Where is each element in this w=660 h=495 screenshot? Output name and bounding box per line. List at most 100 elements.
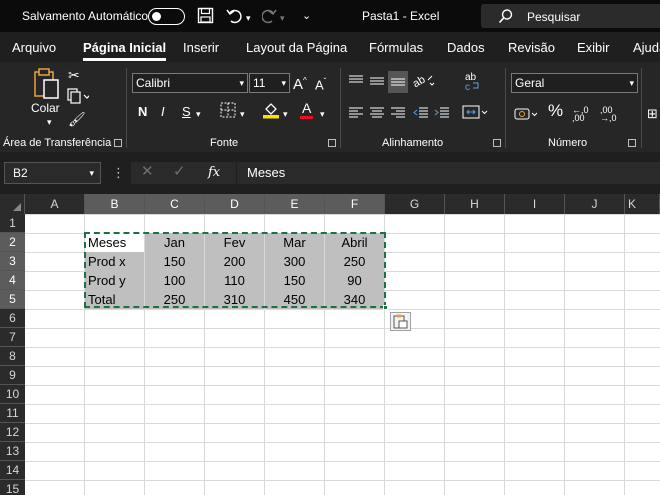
- column-header-h[interactable]: H: [445, 194, 505, 214]
- tab-layout-da-pagina[interactable]: Layout da Página: [246, 40, 347, 55]
- cell-b5[interactable]: Total: [85, 290, 144, 309]
- underline-dropdown-icon[interactable]: ▾: [196, 106, 201, 122]
- tab-dados[interactable]: Dados: [447, 40, 485, 55]
- decrease-decimal-icon[interactable]: ,00 →,0: [600, 106, 617, 123]
- cell-b2[interactable]: Meses: [85, 233, 144, 252]
- decrease-indent-icon[interactable]: [413, 106, 429, 124]
- font-launcher-icon[interactable]: [328, 139, 336, 147]
- fill-color-icon[interactable]: [262, 101, 280, 123]
- align-bottom-icon[interactable]: [388, 71, 408, 93]
- cell-c3[interactable]: 150: [145, 252, 204, 271]
- number-launcher-icon[interactable]: [628, 139, 636, 147]
- number-format-select[interactable]: Geral ▾: [511, 73, 638, 93]
- row-header-14[interactable]: 14: [0, 461, 25, 480]
- row-header-6[interactable]: 6: [0, 309, 25, 328]
- underline-button[interactable]: S: [182, 104, 191, 120]
- redo-dropdown-icon[interactable]: ▾: [280, 9, 285, 27]
- redo-icon[interactable]: [261, 7, 277, 29]
- row-header-9[interactable]: 9: [0, 366, 25, 385]
- undo-icon[interactable]: [226, 7, 243, 29]
- fill-color-dropdown-icon[interactable]: ▾: [283, 106, 288, 122]
- font-name-select[interactable]: Calibri ▾: [132, 73, 248, 93]
- tab-inserir[interactable]: Inserir: [183, 40, 219, 55]
- row-header-10[interactable]: 10: [0, 385, 25, 404]
- tab-ajuda[interactable]: Ajuda: [633, 40, 660, 55]
- borders-icon[interactable]: [220, 102, 236, 122]
- cut-icon[interactable]: ✂: [68, 67, 80, 83]
- clipboard-launcher-icon[interactable]: [114, 139, 122, 147]
- font-color-dropdown-icon[interactable]: ▾: [320, 106, 325, 122]
- increase-indent-icon[interactable]: [434, 106, 450, 124]
- row-header-2[interactable]: 2: [0, 233, 25, 252]
- row-header-5[interactable]: 5: [0, 290, 25, 309]
- tab-pagina-inicial[interactable]: Página Inicial: [83, 40, 167, 61]
- tab-exibir[interactable]: Exibir: [577, 40, 610, 55]
- formula-input[interactable]: Meses: [237, 162, 660, 184]
- format-painter-icon[interactable]: 🖌: [68, 111, 86, 127]
- bold-button[interactable]: N: [138, 104, 147, 120]
- cell-c5[interactable]: 250: [145, 290, 204, 309]
- column-header-d[interactable]: D: [205, 194, 265, 214]
- cell-e2[interactable]: Mar: [265, 233, 324, 252]
- row-header-11[interactable]: 11: [0, 404, 25, 423]
- font-size-select[interactable]: 11 ▾: [249, 73, 290, 93]
- cell-f2[interactable]: Abril: [325, 233, 384, 252]
- borders-dropdown-icon[interactable]: ▾: [240, 106, 245, 122]
- cell-b4[interactable]: Prod y: [85, 271, 144, 290]
- save-icon[interactable]: [197, 7, 214, 29]
- increase-decimal-icon[interactable]: ←,0,00: [572, 106, 589, 123]
- cell-c2[interactable]: Jan: [145, 233, 204, 252]
- tab-arquivo[interactable]: Arquivo: [12, 40, 56, 55]
- column-header-j[interactable]: J: [565, 194, 625, 214]
- cell-e3[interactable]: 300: [265, 252, 324, 271]
- undo-dropdown-icon[interactable]: ▾: [246, 9, 251, 27]
- orientation-icon[interactable]: ab: [411, 72, 435, 92]
- decrease-font-icon[interactable]: Aˇ: [315, 74, 326, 93]
- column-header-b[interactable]: B: [85, 194, 145, 214]
- cell-b3[interactable]: Prod x: [85, 252, 144, 271]
- confirm-icon[interactable]: ✓: [173, 164, 186, 180]
- row-header-7[interactable]: 7: [0, 328, 25, 347]
- row-header-4[interactable]: 4: [0, 271, 25, 290]
- tab-formulas[interactable]: Fórmulas: [369, 40, 423, 55]
- increase-font-icon[interactable]: A^: [293, 73, 307, 93]
- column-header-a[interactable]: A: [25, 194, 85, 214]
- more-options-icon[interactable]: ⋮: [112, 165, 125, 181]
- column-header-k[interactable]: K: [625, 194, 660, 214]
- cell-f4[interactable]: 90: [325, 271, 384, 290]
- align-middle-icon[interactable]: [369, 74, 385, 92]
- cell-d4[interactable]: 110: [205, 271, 264, 290]
- column-header-e[interactable]: E: [265, 194, 325, 214]
- row-header-13[interactable]: 13: [0, 442, 25, 461]
- paste-icon[interactable]: [33, 68, 61, 104]
- name-box[interactable]: B2 ▾: [4, 162, 101, 184]
- insert-function-button[interactable]: fx: [208, 165, 220, 181]
- cancel-icon[interactable]: ✕: [141, 164, 154, 180]
- italic-button[interactable]: I: [161, 104, 165, 120]
- paste-button[interactable]: Colar: [31, 100, 60, 116]
- cell-f3[interactable]: 250: [325, 252, 384, 271]
- align-left-icon[interactable]: [348, 106, 364, 124]
- cell-e5[interactable]: 450: [265, 290, 324, 309]
- currency-icon[interactable]: [514, 106, 540, 126]
- styles-icon[interactable]: ⊞: [647, 106, 658, 122]
- search-box[interactable]: Pesquisar: [481, 4, 660, 28]
- cell-d5[interactable]: 310: [205, 290, 264, 309]
- select-all-button[interactable]: [0, 194, 25, 214]
- column-header-i[interactable]: I: [505, 194, 565, 214]
- cell-e4[interactable]: 150: [265, 271, 324, 290]
- cell-f5[interactable]: 340: [325, 290, 384, 309]
- fill-handle[interactable]: [383, 305, 388, 310]
- tab-revisao[interactable]: Revisão: [508, 40, 555, 55]
- cell-d3[interactable]: 200: [205, 252, 264, 271]
- customize-toolbar-icon[interactable]: ⌄: [302, 7, 311, 25]
- row-header-15[interactable]: 15: [0, 480, 25, 495]
- align-right-icon[interactable]: [390, 106, 406, 124]
- autosave-toggle[interactable]: [148, 8, 185, 25]
- wrap-text-icon[interactable]: ab c: [463, 70, 481, 96]
- row-header-12[interactable]: 12: [0, 423, 25, 442]
- row-header-3[interactable]: 3: [0, 252, 25, 271]
- font-color-button[interactable]: A: [300, 100, 314, 119]
- alignment-launcher-icon[interactable]: [493, 139, 501, 147]
- cell-c4[interactable]: 100: [145, 271, 204, 290]
